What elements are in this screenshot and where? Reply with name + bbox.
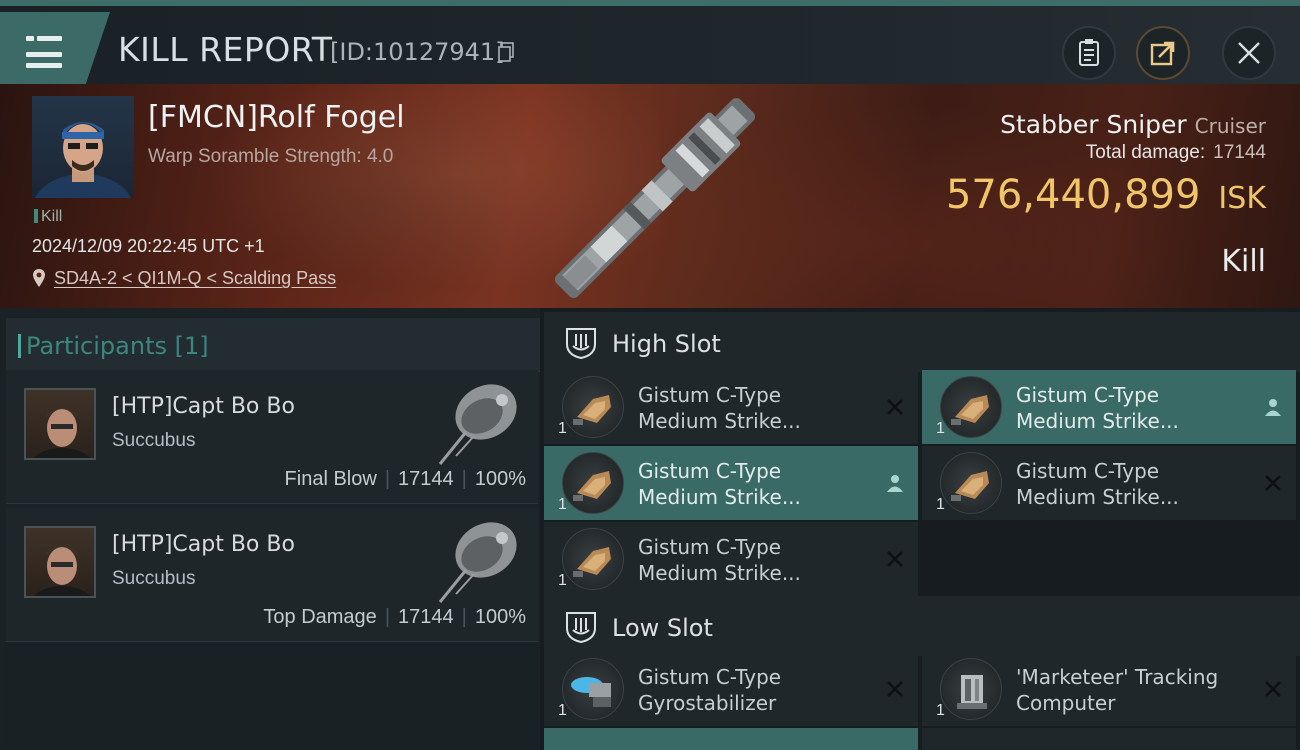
participant-ship: Succubus	[112, 430, 196, 451]
module-name: 'Marketeer' Tracking Computer	[1016, 665, 1219, 715]
module-item[interactable]: 1 Gistum C-Type Gyrostabilizer	[544, 652, 918, 726]
module-item-partial[interactable]	[544, 728, 918, 750]
location-text[interactable]: SD4A-2 < QI1M-Q < Scalding Pass	[54, 268, 336, 288]
title-bar: KILL REPORT [ID:10127941]	[0, 0, 1300, 84]
victim-ship-name: Stabber Sniper Cruiser	[1000, 110, 1266, 139]
participant-ship-image[interactable]	[426, 510, 526, 606]
module-icon	[562, 376, 624, 438]
high-slot-header: High Slot	[544, 312, 1300, 372]
module-icon	[940, 376, 1002, 438]
participant-ship-image[interactable]	[426, 372, 526, 468]
module-icon	[562, 452, 624, 514]
total-damage: Total damage: 17144	[1085, 142, 1266, 163]
participant-ship: Succubus	[112, 568, 196, 589]
participant-stats: Top Damage | 17144 | 100%	[263, 606, 526, 628]
close-button[interactable]	[1222, 26, 1276, 80]
module-item[interactable]: 1 Gistum C-Type Medium Strike...	[922, 446, 1296, 520]
destroyed-icon	[1265, 475, 1281, 491]
participant-name[interactable]: [HTP]Capt Bo Bo	[112, 532, 295, 557]
participants-empty-area	[6, 644, 538, 750]
destroyed-icon	[887, 399, 903, 415]
kill-id: [ID:10127941]	[330, 38, 505, 66]
share-button[interactable]	[1136, 26, 1190, 80]
participant-stats: Final Blow | 17144 | 100%	[284, 468, 526, 490]
participants-panel: Participants [1] [HTP]Capt Bo Bo Succubu…	[0, 308, 540, 750]
victim-ship-image[interactable]	[540, 88, 770, 308]
module-qty: 1	[936, 420, 945, 437]
module-name: Gistum C-Type Medium Strike...	[638, 383, 801, 433]
menu-icon	[26, 34, 62, 74]
module-qty: 1	[558, 496, 567, 513]
participants-count: [1]	[174, 332, 209, 360]
victim-subtitle: Warp Soramble Strength: 4.0	[148, 146, 394, 167]
high-slot-icon	[566, 328, 596, 360]
module-icon	[562, 658, 624, 720]
module-qty: 1	[558, 420, 567, 437]
victim-name[interactable]: [FMCN]Rolf Fogel	[148, 100, 405, 135]
location-pin-icon	[33, 269, 45, 287]
module-name: Gistum C-Type Medium Strike...	[638, 459, 801, 509]
module-item[interactable]: 1 Gistum C-Type Medium Strike...	[922, 370, 1296, 444]
isk-value: 576,440,899 ISK	[945, 172, 1266, 218]
page-title: KILL REPORT	[118, 30, 333, 69]
victim-portrait[interactable]	[32, 96, 134, 198]
low-slot-label: Low Slot	[612, 614, 713, 642]
module-icon	[940, 658, 1002, 720]
kill-tag: Kill	[34, 208, 62, 226]
kill-datetime: 2024/12/09 20:22:45 UTC +1	[32, 236, 265, 256]
module-name: Gistum C-Type Medium Strike...	[1016, 383, 1179, 433]
module-item[interactable]: 1 'Marketeer' Tracking Computer	[922, 652, 1296, 726]
module-item-partial[interactable]	[922, 728, 1296, 750]
module-qty: 1	[936, 496, 945, 513]
dropped-person-icon	[887, 475, 903, 492]
low-slot-icon	[566, 612, 596, 644]
module-item[interactable]: 1 Gistum C-Type Medium Strike...	[544, 522, 918, 596]
ship-class: Cruiser	[1194, 114, 1266, 138]
kill-label: Kill	[1221, 244, 1266, 279]
module-name: Gistum C-Type Medium Strike...	[1016, 459, 1179, 509]
module-icon	[562, 528, 624, 590]
participant-name[interactable]: [HTP]Capt Bo Bo	[112, 394, 295, 419]
destroyed-icon	[1265, 681, 1281, 697]
module-qty: 1	[936, 702, 945, 719]
module-icon	[940, 452, 1002, 514]
participant-row[interactable]: [HTP]Capt Bo Bo Succubus Top Damage | 1714…	[6, 508, 538, 642]
module-name: Gistum C-Type Medium Strike...	[638, 535, 801, 585]
clipboard-button[interactable]	[1062, 26, 1116, 80]
module-item[interactable]: 1 Gistum C-Type Medium Strike...	[544, 446, 918, 520]
destroyed-icon	[887, 551, 903, 567]
menu-button[interactable]	[0, 12, 110, 84]
participants-label: Participants	[26, 332, 167, 360]
participant-row[interactable]: [HTP]Capt Bo Bo Succubus Final Blow | 1714…	[6, 370, 538, 504]
module-name: Gistum C-Type Gyrostabilizer	[638, 665, 782, 715]
share-icon	[1150, 41, 1175, 66]
kill-location[interactable]: SD4A-2 < QI1M-Q < Scalding Pass	[32, 268, 336, 289]
participant-portrait[interactable]	[24, 526, 96, 598]
low-slot-header: Low Slot	[544, 596, 1300, 656]
clipboard-icon	[1079, 39, 1099, 66]
module-qty: 1	[558, 702, 567, 719]
fitting-panel: High Slot 1 Gistum C-Type Medium Strike..…	[540, 308, 1300, 750]
copy-icon[interactable]	[498, 42, 514, 62]
module-item[interactable]: 1 Gistum C-Type Medium Strike...	[544, 370, 918, 444]
destroyed-icon	[887, 681, 903, 697]
module-qty: 1	[558, 572, 567, 589]
participant-portrait[interactable]	[24, 388, 96, 460]
high-slot-label: High Slot	[612, 330, 721, 358]
participants-header: Participants [1]	[6, 318, 540, 372]
victim-banner: [FMCN]Rolf Fogel Warp Soramble Strength:…	[0, 84, 1300, 308]
dropped-person-icon	[1265, 399, 1281, 416]
close-icon	[1238, 42, 1260, 64]
